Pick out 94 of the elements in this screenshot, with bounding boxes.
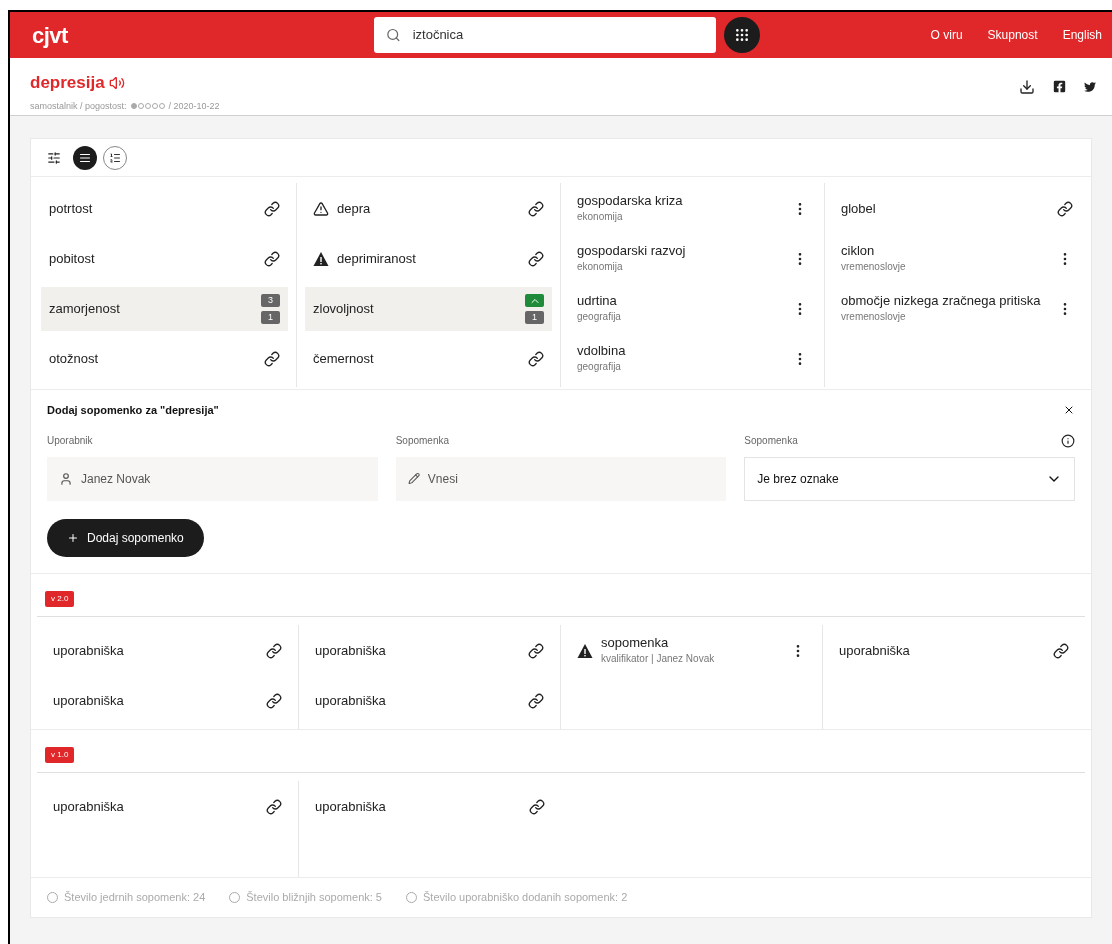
list-icon [79,151,91,164]
link-icon[interactable] [264,351,280,367]
synonym-text[interactable]: potrtost [49,201,93,217]
link-icon[interactable] [264,201,280,217]
user-icon [59,471,73,486]
nav-link[interactable]: Skupnost [987,26,1038,44]
link-icon[interactable] [266,798,282,815]
domain-label: ekonomija [577,260,624,274]
synonym-text[interactable]: udrtina [577,293,621,309]
facebook-icon[interactable] [1053,80,1066,93]
link-icon[interactable] [1057,201,1073,217]
synonym-text[interactable]: zlovoljnost [313,301,374,317]
view-toggle[interactable] [73,145,97,170]
user-name: Janez Novak [81,470,151,488]
link-icon[interactable] [528,692,544,709]
synonym-text[interactable]: uporabniška [53,798,124,815]
field-label: Uporabnik [47,434,93,448]
download-icon[interactable] [1019,78,1035,95]
search-input[interactable]: iztočnica [412,25,704,45]
version-badge: v 1.0 [45,746,75,763]
stat-text: Število uporabniško dodanih sopomenk: 2 [423,889,628,905]
pencil-icon [407,472,420,485]
synonym-text[interactable]: zamorjenost [49,301,120,317]
link-icon[interactable] [528,251,544,267]
link-icon[interactable] [1053,642,1069,659]
synonym-text[interactable]: uporabniška [839,642,910,659]
link-icon[interactable] [266,692,282,709]
link-icon[interactable] [528,642,544,659]
stat-text: Število jedrnih sopomenk: 24 [64,889,206,905]
synonym-text[interactable]: depra [337,201,371,217]
synonym-input[interactable]: Vnesi [395,456,727,501]
link-icon[interactable] [264,251,280,267]
domain-label: kvalifikator | Janez Novak [601,651,715,666]
synonym-text-input[interactable]: Vnesi [427,469,715,488]
word-meta: samostalnik / pogostost: [30,99,127,113]
version-badge: v 2.0 [45,590,75,607]
grid-icon [734,27,750,43]
synonym-row[interactable]: zamorjenost 3 1 [41,287,288,331]
search-icon [386,27,401,43]
form-title: Dodaj sopomenko za "depresija" [47,403,219,418]
synonym-text[interactable]: globel [841,201,876,217]
speaker-icon[interactable] [108,74,125,91]
domain-label: ekonomija [577,210,624,224]
link-icon[interactable] [266,642,282,659]
info-icon[interactable] [1061,433,1075,448]
warning-icon [313,201,329,217]
synonym-text[interactable]: čemernost [313,351,374,367]
field-label: Sopomenka [744,434,798,448]
synonym-text[interactable]: uporabniška [53,692,124,709]
search-field[interactable]: iztočnica [374,17,716,53]
nav-link[interactable]: O viru [930,26,963,44]
synonym-text[interactable]: vdolbina [577,343,626,359]
synonym-text[interactable]: uporabniška [315,642,386,659]
count-badge: 3 [261,294,280,307]
filter-icon[interactable] [47,150,61,165]
synonym-text[interactable]: uporabniška [315,692,386,709]
synonym-text[interactable]: gospodarski razvoj [577,243,686,259]
synonym-text[interactable]: ciklon [841,243,906,259]
synonym-row[interactable]: zlovoljnost 1 [305,287,552,331]
domain-label: geografija [577,310,621,324]
synonym-text[interactable]: gospodarska kriza [577,193,683,209]
warning-icon [313,251,329,267]
add-synonym-button[interactable]: Dodaj sopomenko [47,518,204,557]
plus-icon [67,531,79,544]
word-date: / 2020-10-22 [168,99,220,113]
domain-label: vremenoslovje [841,310,907,324]
synonym-text[interactable]: sopomenka [601,634,715,651]
domain-label: geografija [577,360,622,374]
synonym-text[interactable]: območje nizkega zračnega pritiska [841,293,1041,309]
twitter-icon[interactable] [1084,80,1096,93]
domain-label: vremenoslovje [841,260,906,274]
link-icon[interactable] [529,798,545,815]
count-badge: 1 [525,311,544,324]
link-icon[interactable] [528,201,544,217]
headword: depresija [30,72,105,94]
nav-link[interactable]: English [1062,26,1102,44]
synonym-text[interactable]: deprimiranost [337,251,416,267]
field-label: Sopomenka [395,434,450,448]
apps-button[interactable] [724,17,760,53]
button-label: Dodaj sopomenko [87,529,184,547]
select-value: Je brez oznake [757,470,839,488]
view-toggle[interactable] [103,145,127,170]
link-icon[interactable] [528,351,544,367]
synonym-text[interactable]: uporabniška [315,798,386,815]
synonym-text[interactable]: pobitost [49,251,95,267]
synonym-text[interactable]: uporabniška [53,642,124,659]
logo[interactable]: cjvt [32,18,374,52]
user-field[interactable]: Janez Novak [47,456,378,501]
count-badge: 1 [261,311,280,324]
label-select[interactable]: Je brez oznake [744,456,1075,501]
warning-icon [577,642,593,659]
synonym-text[interactable]: otožnost [49,351,99,367]
numbered-list-icon [109,151,121,164]
stat-text: Število bližnjih sopomenk: 5 [246,889,382,905]
